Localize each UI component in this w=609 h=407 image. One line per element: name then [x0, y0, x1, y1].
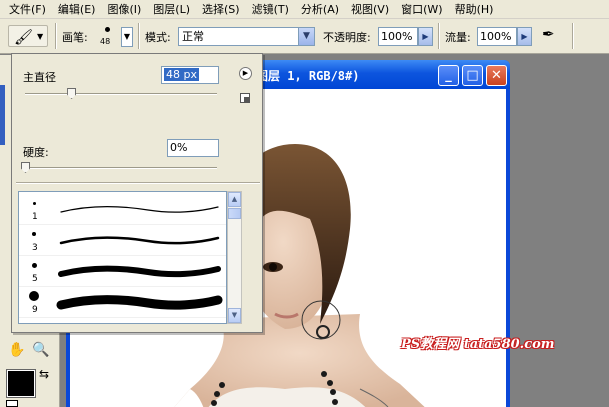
brush-list-scrollbar[interactable]: ▲ ▼ [227, 191, 242, 324]
mode-label: 模式: [145, 31, 171, 44]
menu-edit[interactable]: 编辑(E) [52, 0, 102, 19]
airbrush-icon[interactable]: ✒ [542, 25, 566, 47]
brush-label: 画笔: [62, 31, 88, 44]
maximize-button[interactable]: □ [462, 65, 483, 86]
mode-value: 正常 [182, 30, 204, 43]
close-button[interactable]: ✕ [486, 65, 507, 86]
flow-input[interactable]: 100% [477, 27, 517, 46]
toolbox-edge [0, 85, 5, 145]
brush-size-label: 9 [32, 305, 38, 315]
brush-tip-icon [32, 201, 36, 205]
brush-size-label: 48 [100, 37, 111, 46]
brush-size-label: 5 [32, 274, 38, 284]
menu-file[interactable]: 文件(F) [3, 0, 52, 19]
divider [55, 23, 57, 49]
menu-bar: 文件(F) 编辑(E) 图像(I) 图层(L) 选择(S) 滤镜(T) 分析(A… [0, 0, 609, 19]
brush-size-label: 1 [32, 212, 38, 222]
foreground-color-swatch[interactable] [6, 369, 36, 398]
brush-size-label: 3 [32, 243, 38, 253]
photoshop-window: 文件(F) 编辑(E) 图像(I) 图层(L) 选择(S) 滤镜(T) 分析(A… [0, 0, 609, 407]
hardness-label: 硬度: [23, 146, 49, 159]
chevron-down-icon[interactable]: ▼ [298, 28, 314, 45]
options-bar: 🖌 ▼ 画笔: 48 ▼ 模式: 正常 ▼ 不透明度: 100% ▶ 流量: 1… [0, 19, 609, 54]
swap-colors-icon[interactable]: ⇆ [39, 367, 49, 381]
flow-label: 流量: [445, 31, 471, 44]
master-diameter-value: 48 px [164, 68, 199, 81]
brush-stroke-preview [59, 236, 220, 245]
brush-stroke-preview [58, 265, 221, 278]
menu-image[interactable]: 图像(I) [101, 0, 147, 19]
opacity-label: 不透明度: [323, 31, 371, 44]
zoom-tool-icon[interactable]: 🔍 [32, 342, 49, 358]
brush-preset-row[interactable]: 9 [19, 287, 226, 318]
brush-preview[interactable]: 48 [96, 24, 120, 48]
brush-tip-icon [31, 262, 37, 268]
opacity-input[interactable]: 100% [378, 27, 418, 46]
brush-stroke [59, 236, 220, 245]
tool-preset-picker[interactable]: 🖌 ▼ [8, 25, 48, 47]
mode-select[interactable]: 正常 ▼ [178, 27, 315, 46]
document-title: 图层 1, RGB/8#) [256, 69, 360, 83]
brush-dot-icon [105, 27, 110, 32]
master-diameter-input[interactable]: 48 px [161, 66, 219, 84]
hardness-slider-thumb[interactable] [21, 162, 30, 173]
minimize-button[interactable]: _ [438, 65, 459, 86]
brush-preset-row[interactable]: 3 [19, 225, 226, 256]
master-diameter-slider-thumb[interactable] [67, 88, 77, 99]
brush-picker-popup: 主直径 48 px ▶ 硬度: 0% 1 3 5 9 ▲ ▼ [11, 53, 263, 333]
menu-view[interactable]: 视图(V) [345, 0, 395, 19]
brush-icon: 🖌 [14, 28, 34, 46]
opacity-slider-button[interactable]: ▶ [418, 27, 433, 46]
hardness-input[interactable]: 0% [167, 139, 219, 157]
brush-stroke [58, 265, 221, 278]
workspace-background [510, 55, 609, 407]
brush-picker-button[interactable]: ▼ [121, 27, 133, 47]
brush-tip-icon [29, 291, 39, 301]
master-diameter-slider[interactable] [25, 93, 217, 95]
divider [572, 23, 574, 49]
brush-tip-icon [32, 232, 36, 236]
divider [138, 23, 140, 49]
divider [16, 182, 260, 184]
default-colors-icon[interactable] [6, 400, 18, 407]
menu-select[interactable]: 选择(S) [196, 0, 246, 19]
brush-stroke-preview [60, 205, 219, 213]
flow-slider-button[interactable]: ▶ [517, 27, 532, 46]
menu-analysis[interactable]: 分析(A) [295, 0, 345, 19]
brush-stroke-preview [56, 295, 223, 310]
brush-stroke [60, 205, 219, 213]
scroll-thumb[interactable] [228, 208, 241, 219]
master-diameter-label: 主直径 [23, 71, 56, 84]
brush-preset-row[interactable]: 5 [19, 256, 226, 287]
brush-preset-list: 1 3 5 9 [18, 191, 227, 324]
menu-help[interactable]: 帮助(H) [449, 0, 500, 19]
divider [438, 23, 440, 49]
hand-tool-icon[interactable]: ✋ [8, 342, 25, 358]
chevron-down-icon: ▼ [37, 32, 44, 41]
scroll-up-button[interactable]: ▲ [228, 192, 241, 207]
scroll-down-button[interactable]: ▼ [228, 308, 241, 323]
brush-preset-row[interactable]: 1 [19, 194, 226, 225]
menu-window[interactable]: 窗口(W) [395, 0, 448, 19]
brush-settings-icon[interactable] [240, 93, 250, 103]
brush-menu-button[interactable]: ▶ [239, 67, 252, 80]
menu-filter[interactable]: 滤镜(T) [246, 0, 295, 19]
brush-stroke [56, 295, 223, 310]
hardness-slider[interactable] [25, 167, 217, 169]
watermark: PS教程网 tata580.com [401, 337, 555, 352]
menu-layer[interactable]: 图层(L) [147, 0, 196, 19]
